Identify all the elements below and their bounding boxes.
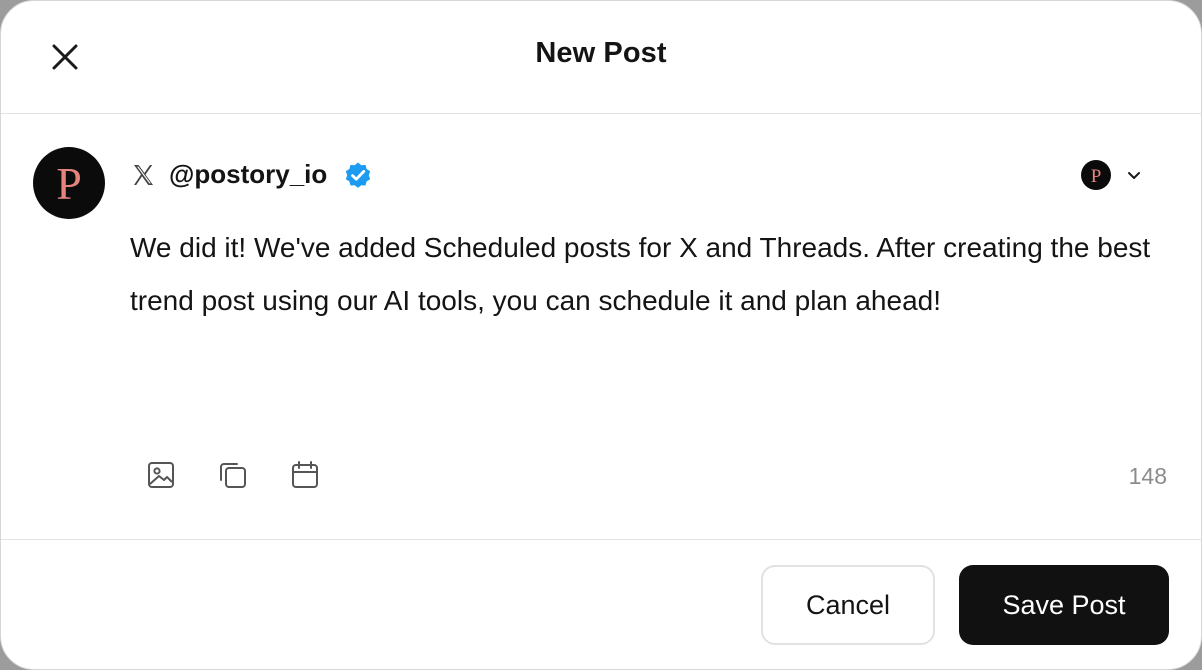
copy-icon [220, 463, 246, 488]
schedule-button[interactable] [287, 457, 323, 493]
post-text-editor[interactable]: We did it! We've added Scheduled posts f… [130, 221, 1170, 391]
add-image-button[interactable] [143, 457, 179, 493]
calendar-icon [292, 461, 318, 488]
account-mini-avatar: P [1081, 160, 1111, 190]
modal-header: New Post [1, 1, 1201, 114]
new-post-modal: New Post P @postory_io P We did it! We'v… [0, 0, 1202, 670]
account-switcher[interactable]: P [1077, 157, 1147, 193]
account-handle: @postory_io [169, 159, 328, 189]
cancel-button[interactable]: Cancel [761, 565, 935, 645]
copy-button[interactable] [215, 457, 251, 493]
chevron-down-icon [1128, 172, 1140, 179]
image-icon [148, 462, 174, 488]
avatar: P [33, 147, 105, 219]
character-count: 148 [1128, 463, 1167, 489]
save-post-button[interactable]: Save Post [959, 565, 1169, 645]
svg-text:P: P [1091, 166, 1102, 187]
verified-badge-icon [343, 161, 373, 191]
x-logo-icon [131, 163, 155, 187]
postory-logo-icon: P [56, 158, 82, 209]
footer-divider [1, 539, 1201, 540]
modal-title: New Post [535, 37, 667, 69]
svg-text:P: P [56, 158, 82, 209]
